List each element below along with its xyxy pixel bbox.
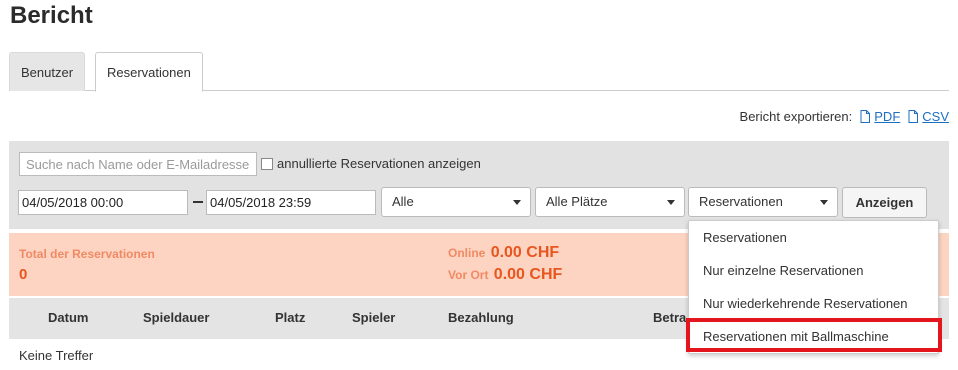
total-label: Total der Reservationen [19,247,155,261]
dropdown-option-einzelne[interactable]: Nur einzelne Reservationen [703,263,863,278]
dropdown-option-reservationen[interactable]: Reservationen [703,230,787,245]
pdf-file-icon[interactable] [860,110,871,123]
online-total: Online 0.00 CHF [448,244,559,262]
cancelled-checkbox-label: annullierte Reservationen anzeigen [277,156,481,171]
dropdown-option-wiederkehrende[interactable]: Nur wiederkehrende Reservationen [703,296,908,311]
empty-message: Keine Treffer [19,348,94,363]
courts-select[interactable]: Alle Plätze [535,187,685,217]
csv-file-icon[interactable] [908,110,919,123]
date-to-input[interactable] [206,190,376,215]
export-bar: Bericht exportieren: PDF CSV [740,109,949,124]
vorort-label: Vor Ort [448,268,489,282]
reservations-select[interactable]: Reservationen [688,187,838,217]
tab-reservationen[interactable]: Reservationen [95,52,203,92]
total-count: 0 [19,266,28,283]
highlight-box [686,318,942,352]
export-label: Bericht exportieren: [739,109,853,124]
vorort-total: Vor Ort 0.00 CHF [448,266,562,284]
chevron-down-icon [513,200,521,205]
online-label: Online [448,246,486,260]
tab-benutzer[interactable]: Benutzer [9,52,86,91]
cancelled-filter: annullierte Reservationen anzeigen [261,156,481,171]
type-select[interactable]: Alle [381,187,531,217]
column-header-spieler[interactable]: Spieler [352,310,395,325]
type-select-value: Alle [392,194,414,209]
column-header-platz[interactable]: Platz [275,310,305,325]
export-csv-link[interactable]: CSV [922,109,949,124]
page-title: Bericht [10,2,93,29]
column-header-bezahlung[interactable]: Bezahlung [448,310,514,325]
chevron-down-icon [820,200,828,205]
column-header-datum[interactable]: Datum [48,310,88,325]
show-button[interactable]: Anzeigen [842,187,927,218]
vorort-amount: 0.00 CHF [493,266,563,283]
cancelled-checkbox[interactable] [261,157,273,170]
chevron-down-icon [667,200,675,205]
online-amount: 0.00 CHF [490,244,560,261]
column-header-betrag[interactable]: Betra [653,310,686,325]
search-input[interactable] [19,152,257,176]
date-range-separator [193,201,203,203]
tab-bar: Benutzer Reservationen [9,52,949,92]
date-from-input[interactable] [18,190,188,215]
reservations-select-value: Reservationen [699,194,783,209]
export-pdf-link[interactable]: PDF [874,109,900,124]
courts-select-value: Alle Plätze [546,194,608,209]
filter-panel: annullierte Reservationen anzeigen Alle … [9,141,949,229]
column-header-spieldauer[interactable]: Spieldauer [143,310,209,325]
